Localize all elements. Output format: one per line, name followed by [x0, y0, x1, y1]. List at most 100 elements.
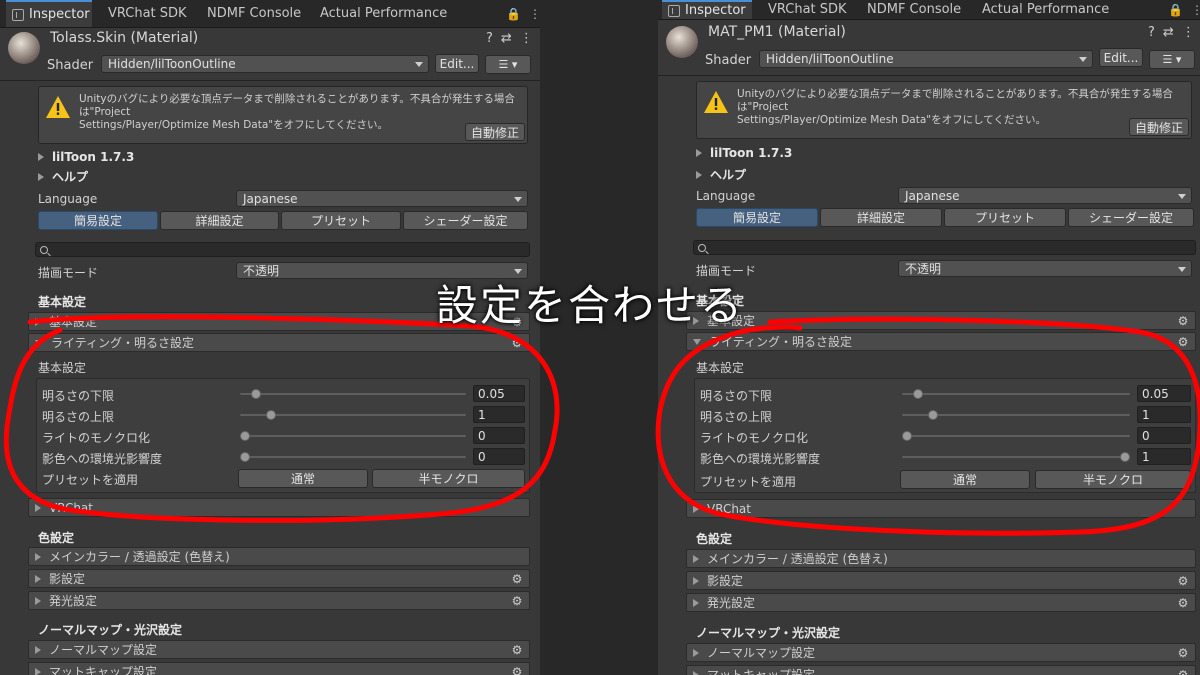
preset-normal-button[interactable]: 通常 — [238, 469, 368, 488]
preset-icon[interactable]: ⇄ — [1163, 25, 1174, 40]
help-icon[interactable]: ? — [486, 31, 493, 46]
monochrome-lighting-field[interactable]: 0 — [473, 427, 525, 444]
lock-icon[interactable]: 🔒 — [1168, 3, 1183, 17]
vrchat-group[interactable]: VRChat — [686, 499, 1196, 518]
more-icon[interactable]: ⋮ — [1182, 25, 1195, 40]
tab-inspector[interactable]: Inspector — [662, 0, 752, 19]
search-icon — [40, 246, 48, 254]
tab-actual-performance[interactable]: Actual Performance — [982, 0, 1109, 19]
edit-shader-button[interactable]: Edit... — [1099, 48, 1143, 67]
gear-icon[interactable]: ⚙ — [1177, 336, 1189, 348]
gear-icon[interactable]: ⚙ — [1177, 647, 1189, 659]
slider-handle[interactable] — [912, 389, 923, 399]
lock-icon[interactable]: 🔒 — [506, 7, 521, 21]
basic-settings-group[interactable]: 基本設定 ⚙ — [686, 311, 1196, 330]
tab-vrchat-sdk[interactable]: VRChat SDK — [108, 0, 187, 27]
emission-settings-group[interactable]: 発光設定 ⚙ — [686, 593, 1196, 612]
lighting-settings-group[interactable]: ライティング・明るさ設定 ⚙ — [28, 333, 530, 352]
tab-presets[interactable]: プリセット — [281, 211, 401, 230]
main-color-group[interactable]: メインカラー / 透過設定 (色替え) — [686, 549, 1196, 568]
emission-settings-group[interactable]: 発光設定 ⚙ — [28, 591, 530, 610]
slider-track-monochrome-lighting[interactable] — [902, 435, 1130, 437]
slider-handle[interactable] — [265, 410, 276, 420]
auto-fix-button[interactable]: 自動修正 — [465, 123, 525, 141]
shadow-settings-group[interactable]: 影設定 ⚙ — [28, 569, 530, 588]
gear-icon[interactable]: ⚙ — [511, 644, 523, 656]
version-foldout[interactable]: lilToon 1.7.3 — [38, 150, 134, 164]
tab-vrchat-sdk[interactable]: VRChat SDK — [768, 0, 847, 19]
gear-icon[interactable]: ⚙ — [511, 337, 523, 349]
tab-advanced-settings[interactable]: 詳細設定 — [160, 211, 279, 230]
matcap-group[interactable]: マットキャップ設定 ⚙ — [28, 662, 530, 675]
preset-normal-button[interactable]: 通常 — [900, 470, 1030, 489]
normal-map-group[interactable]: ノーマルマップ設定 ⚙ — [28, 640, 530, 659]
gear-icon[interactable]: ⚙ — [1177, 575, 1189, 587]
min-brightness-field[interactable]: 0.05 — [473, 385, 525, 402]
edit-shader-button[interactable]: Edit... — [435, 54, 479, 73]
max-brightness-field[interactable]: 1 — [1137, 406, 1191, 423]
monochrome-lighting-field[interactable]: 0 — [1137, 427, 1191, 444]
preset-half-monochrome-button[interactable]: 半モノクロ — [372, 469, 525, 488]
tab-actual-performance[interactable]: Actual Performance — [320, 0, 447, 27]
shadow-env-strength-field[interactable]: 0 — [473, 448, 525, 465]
slider-handle[interactable] — [1120, 452, 1130, 462]
gear-icon[interactable]: ⚙ — [511, 573, 523, 585]
shader-dropdown[interactable]: Hidden/lilToonOutline — [101, 55, 429, 73]
slider-track-monochrome-lighting[interactable] — [240, 435, 466, 437]
shader-options-button[interactable]: ☰ ▾ — [485, 55, 531, 74]
preset-icon[interactable]: ⇄ — [501, 31, 512, 46]
slider-track-min-brightness[interactable] — [902, 393, 1130, 395]
chevron-right-icon — [35, 667, 41, 675]
property-search-input[interactable] — [693, 240, 1196, 255]
shader-dropdown[interactable]: Hidden/lilToonOutline — [759, 50, 1093, 68]
slider-track-shadow-env-strength[interactable] — [902, 456, 1130, 458]
shader-options-button[interactable]: ☰ ▾ — [1149, 50, 1195, 69]
slider-handle[interactable] — [250, 389, 261, 399]
slider-label-monochrome-lighting: ライトのモノクロ化 — [700, 431, 809, 445]
language-dropdown[interactable]: Japanese — [898, 187, 1192, 204]
property-search-input[interactable] — [35, 242, 530, 257]
tab-ndmf-console[interactable]: NDMF Console — [867, 0, 961, 19]
tab-shader-settings[interactable]: シェーダー設定 — [403, 211, 528, 230]
chevron-right-icon — [693, 670, 699, 675]
tab-advanced-settings[interactable]: 詳細設定 — [820, 208, 942, 227]
shadow-settings-group[interactable]: 影設定 ⚙ — [686, 571, 1196, 590]
language-dropdown[interactable]: Japanese — [236, 190, 528, 207]
vrchat-group[interactable]: VRChat — [28, 498, 530, 517]
render-mode-dropdown[interactable]: 不透明 — [898, 260, 1192, 277]
tab-presets[interactable]: プリセット — [944, 208, 1066, 227]
help-foldout[interactable]: ヘルプ — [38, 168, 88, 185]
gear-icon[interactable]: ⚙ — [511, 666, 523, 675]
slider-handle[interactable] — [240, 431, 250, 441]
version-foldout[interactable]: lilToon 1.7.3 — [696, 146, 792, 160]
main-color-group[interactable]: メインカラー / 透過設定 (色替え) — [28, 547, 530, 566]
gear-icon[interactable]: ⚙ — [1177, 669, 1189, 675]
help-icon[interactable]: ? — [1148, 25, 1155, 40]
gear-icon[interactable]: ⚙ — [1177, 597, 1189, 609]
slider-track-min-brightness[interactable] — [240, 393, 466, 395]
more-icon[interactable]: ⋮ — [520, 31, 533, 46]
max-brightness-field[interactable]: 1 — [473, 406, 525, 423]
lighting-settings-group[interactable]: ライティング・明るさ設定 ⚙ — [686, 332, 1196, 351]
preset-half-monochrome-button[interactable]: 半モノクロ — [1035, 470, 1191, 489]
min-brightness-field[interactable]: 0.05 — [1137, 385, 1191, 402]
chevron-right-icon — [693, 504, 699, 513]
tab-simple-settings[interactable]: 簡易設定 — [38, 211, 158, 230]
warning-box: Unityのバグにより必要な頂点データまで削除されることがあります。不具合が発生… — [38, 86, 528, 144]
slider-handle[interactable] — [240, 452, 250, 462]
tab-shader-settings[interactable]: シェーダー設定 — [1068, 208, 1194, 227]
auto-fix-button[interactable]: 自動修正 — [1129, 118, 1189, 136]
shadow-env-strength-field[interactable]: 1 — [1137, 448, 1191, 465]
tab-simple-settings[interactable]: 簡易設定 — [696, 208, 818, 227]
gear-icon[interactable]: ⚙ — [1177, 315, 1189, 327]
help-foldout[interactable]: ヘルプ — [696, 166, 746, 183]
tab-inspector[interactable]: Inspector — [6, 0, 92, 27]
tab-ndmf-console[interactable]: NDMF Console — [207, 0, 301, 27]
slider-track-shadow-env-strength[interactable] — [240, 456, 466, 458]
slider-handle[interactable] — [902, 431, 912, 441]
tab-menu-icon[interactable]: ⋮ — [1191, 3, 1200, 17]
matcap-group[interactable]: マットキャップ設定 ⚙ — [686, 665, 1196, 675]
normal-map-group[interactable]: ノーマルマップ設定 ⚙ — [686, 643, 1196, 662]
tab-menu-icon[interactable]: ⋮ — [529, 7, 540, 21]
gear-icon[interactable]: ⚙ — [511, 595, 523, 607]
